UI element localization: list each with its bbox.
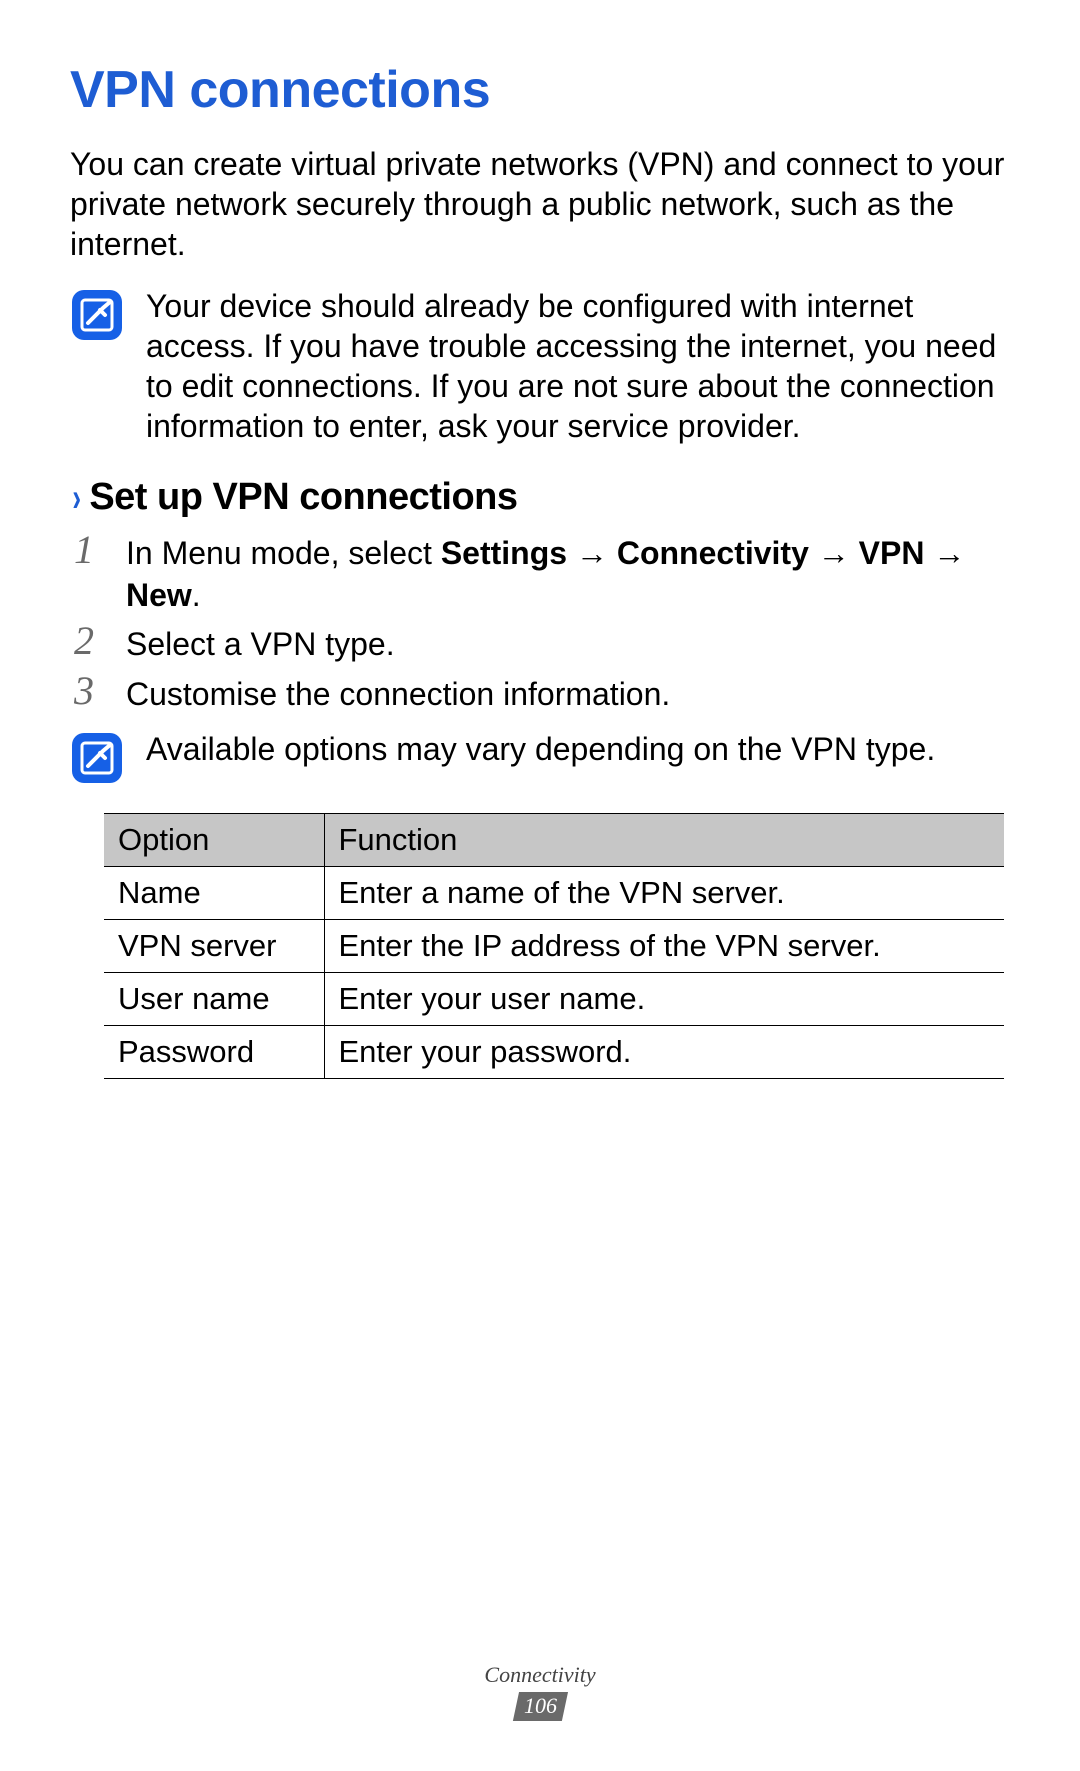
table-row: Name Enter a name of the VPN server. [104, 867, 1004, 920]
page-content: VPN connections You can create virtual p… [0, 0, 1080, 1079]
step1-bold2: Connectivity [617, 535, 809, 571]
note-block: Your device should already be configured… [70, 286, 1010, 446]
table-cell-option: VPN server [104, 920, 324, 973]
table-cell-function: Enter the IP address of the VPN server. [324, 920, 1004, 973]
step-number: 1 [74, 529, 106, 571]
note-icon [70, 288, 124, 342]
note-block: Available options may vary depending on … [70, 729, 1010, 785]
page-title: VPN connections [70, 60, 1010, 120]
step1-arrow2: → [809, 535, 859, 571]
page-number: 106 [512, 1692, 567, 1721]
note-text: Your device should already be configured… [142, 286, 1010, 446]
chevron-right-icon: › [72, 478, 81, 518]
step1-arrow1: → [567, 535, 617, 571]
table-cell-option: User name [104, 973, 324, 1026]
table-cell-function: Enter your user name. [324, 973, 1004, 1026]
table-cell-option: Password [104, 1026, 324, 1079]
step1-pre: In Menu mode, select [126, 535, 441, 571]
intro-paragraph: You can create virtual private networks … [70, 144, 1010, 264]
note-text: Available options may vary depending on … [142, 729, 1010, 769]
table-row: User name Enter your user name. [104, 973, 1004, 1026]
subsection-heading: › Set up VPN connections [70, 476, 1010, 519]
page-footer: Connectivity 106 [0, 1662, 1080, 1721]
step-2: 2 Select a VPN type. [74, 620, 1010, 666]
table-cell-function: Enter your password. [324, 1026, 1004, 1079]
step1-bold4: New [126, 577, 192, 613]
table-row: Password Enter your password. [104, 1026, 1004, 1079]
step-1: 1 In Menu mode, select Settings → Connec… [74, 529, 1010, 616]
subsection-title: Set up VPN connections [89, 476, 517, 519]
step1-bold3: VPN [859, 535, 925, 571]
table-row: VPN server Enter the IP address of the V… [104, 920, 1004, 973]
step-text: Customise the connection information. [126, 670, 1010, 716]
step-text: Select a VPN type. [126, 620, 1010, 666]
table-header-function: Function [324, 814, 1004, 867]
step1-arrow3: → [924, 535, 965, 571]
step1-post: . [192, 577, 201, 613]
options-table: Option Function Name Enter a name of the… [104, 813, 1004, 1079]
note-icon [70, 731, 124, 785]
step1-bold1: Settings [441, 535, 567, 571]
table-cell-option: Name [104, 867, 324, 920]
step-number: 3 [74, 670, 106, 712]
table-header-row: Option Function [104, 814, 1004, 867]
table-header-option: Option [104, 814, 324, 867]
table-cell-function: Enter a name of the VPN server. [324, 867, 1004, 920]
step-text: In Menu mode, select Settings → Connecti… [126, 529, 1010, 616]
step-3: 3 Customise the connection information. [74, 670, 1010, 716]
footer-section-name: Connectivity [0, 1662, 1080, 1688]
step-number: 2 [74, 620, 106, 662]
